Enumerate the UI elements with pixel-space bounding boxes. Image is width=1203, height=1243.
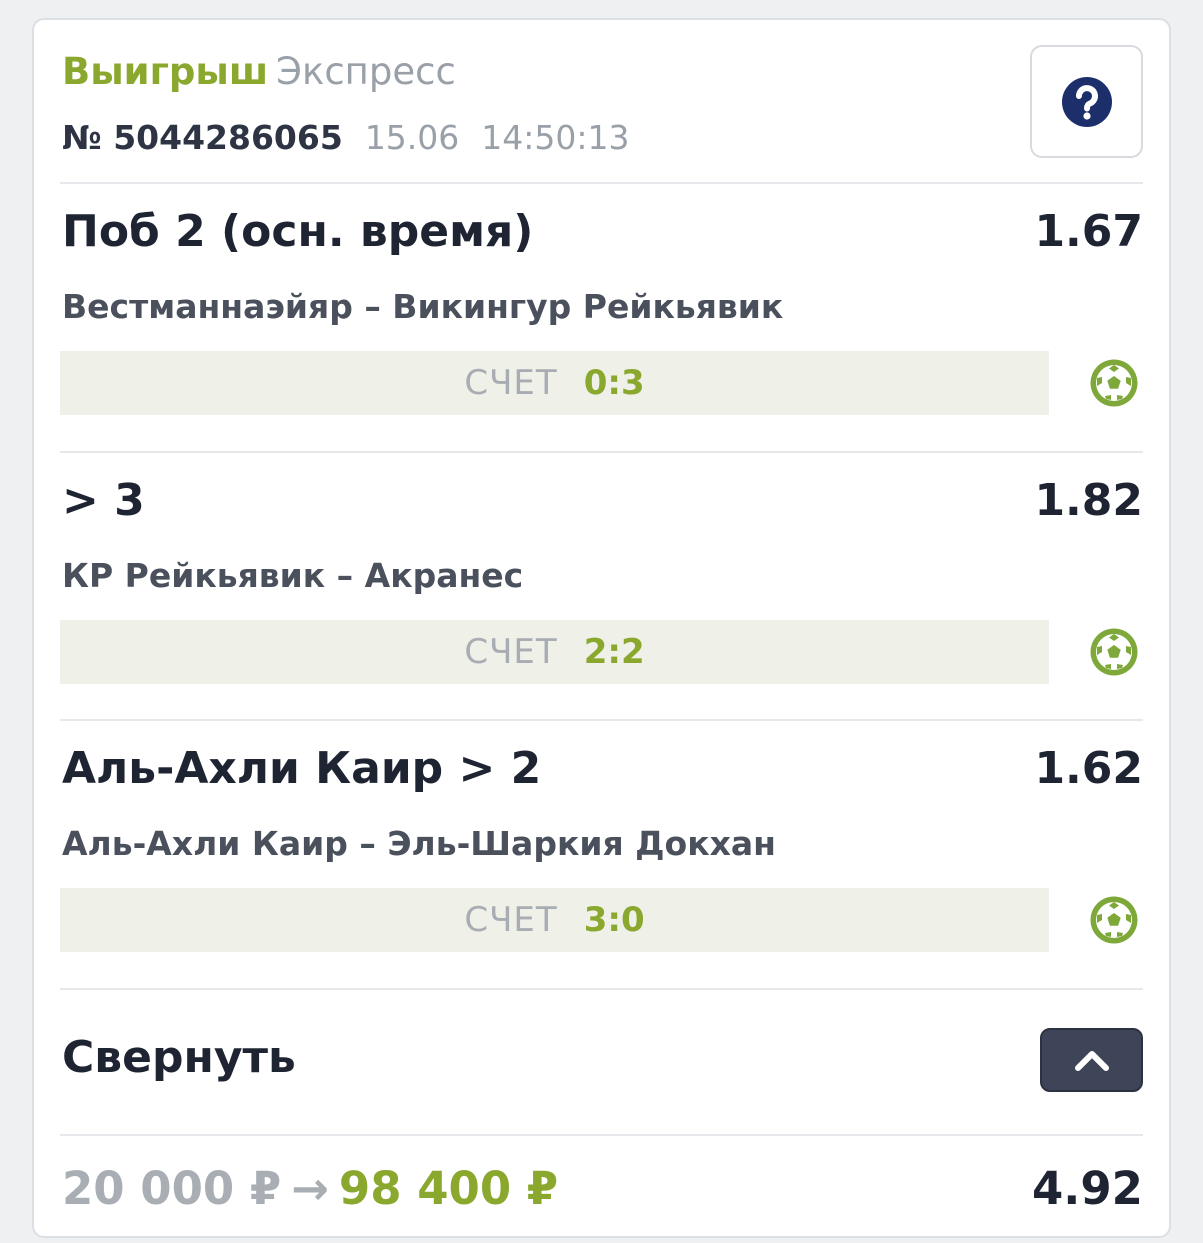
selection-item: Аль-Ахли Каир > 2 1.62 Аль-Ахли Каир – Э… bbox=[60, 721, 1143, 988]
payout-amount: 98 400 ₽ bbox=[338, 1162, 559, 1215]
score-value: 2:2 bbox=[583, 632, 645, 672]
selection-item: Поб 2 (осн. время) 1.67 Вестманнаэйяр – … bbox=[60, 184, 1143, 451]
selection-odds: 1.62 bbox=[1034, 743, 1143, 794]
collapse-label[interactable]: Свернуть bbox=[62, 1032, 296, 1083]
bet-meta: № 5044286065 15.06 14:50:13 bbox=[62, 118, 630, 157]
soccer-ball-icon bbox=[1090, 628, 1138, 676]
total-odds: 4.92 bbox=[1031, 1162, 1143, 1215]
score-label: СЧЕТ bbox=[464, 900, 558, 940]
bet-status: Выигрыш bbox=[62, 50, 269, 93]
score-bar: СЧЕТ 2:2 bbox=[60, 620, 1049, 684]
selection-odds: 1.67 bbox=[1034, 206, 1143, 257]
soccer-ball-icon bbox=[1090, 896, 1138, 944]
selection-title: Аль-Ахли Каир > 2 bbox=[62, 743, 542, 794]
question-circle-icon bbox=[1061, 76, 1112, 127]
selection-title: Поб 2 (осн. время) bbox=[62, 206, 534, 257]
bet-kind: Экспресс bbox=[276, 50, 456, 93]
bet-header: Выигрыш Экспресс № 5044286065 15.06 14:50:1… bbox=[60, 20, 1143, 184]
score-label: СЧЕТ bbox=[464, 363, 558, 403]
score-bar: СЧЕТ 3:0 bbox=[60, 888, 1049, 952]
bet-card: Выигрыш Экспресс № 5044286065 15.06 14:50:1… bbox=[32, 18, 1171, 1238]
soccer-ball-icon bbox=[1090, 359, 1138, 407]
help-button[interactable] bbox=[1030, 45, 1143, 158]
selection-odds: 1.82 bbox=[1034, 475, 1143, 526]
stake-amount: 20 000 ₽ bbox=[62, 1162, 282, 1215]
bet-date: 15.06 bbox=[364, 118, 460, 157]
bet-totals: 20 000 ₽ → 98 400 ₽ 4.92 bbox=[60, 1136, 1143, 1236]
score-value: 0:3 bbox=[583, 363, 645, 403]
arrow-right-icon: → bbox=[291, 1162, 329, 1215]
collapse-button[interactable] bbox=[1040, 1028, 1143, 1092]
selection-match: Вестманнаэйяр – Викингур Рейкьявик bbox=[62, 287, 784, 326]
stake-line: 20 000 ₽ → 98 400 ₽ bbox=[62, 1162, 558, 1215]
chevron-up-icon bbox=[1074, 1051, 1109, 1071]
selection-title: > 3 bbox=[62, 475, 145, 526]
collapse-row: Свернуть bbox=[60, 988, 1143, 1134]
ticket-number: № 5044286065 bbox=[62, 118, 343, 157]
selection-match: КР Рейкьявик – Акранес bbox=[62, 556, 524, 595]
score-label: СЧЕТ bbox=[464, 632, 558, 672]
selection-match: Аль-Ахли Каир – Эль-Шаркия Докхан bbox=[62, 824, 776, 863]
bet-time: 14:50:13 bbox=[481, 118, 630, 157]
score-value: 3:0 bbox=[583, 900, 645, 940]
score-bar: СЧЕТ 0:3 bbox=[60, 351, 1049, 415]
selection-item: > 3 1.82 КР Рейкьявик – Акранес СЧЕТ 2:2 bbox=[60, 453, 1143, 720]
bet-type-line: Выигрыш Экспресс bbox=[62, 50, 456, 93]
